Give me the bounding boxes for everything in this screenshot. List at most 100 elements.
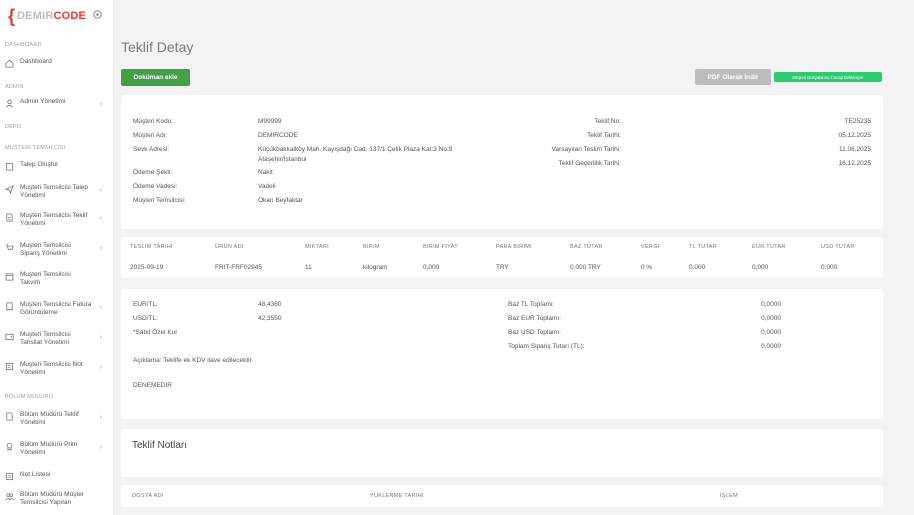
- list-icon: [5, 472, 14, 481]
- home-icon: [5, 59, 14, 68]
- send-icon: [5, 185, 14, 194]
- sidebar-item-mt-teklif[interactable]: Muşteri Temsilcisi Teklif Yönetimi ›: [5, 212, 109, 228]
- offer-notes-card: Teklif Notları: [121, 429, 883, 477]
- award-icon: [6, 442, 13, 451]
- shipping-address-line2: Ataşehir/İstanbul: [258, 156, 307, 163]
- section-admin: ADMIN: [5, 84, 24, 90]
- offer-no-label: Teklif No:: [594, 118, 621, 125]
- sidebar-item-talep-olustur[interactable]: Talep Oluştur: [5, 161, 109, 171]
- column-header-upload-date: YÜKLENME TARIHI: [370, 493, 424, 499]
- note-text: DENEMEDIR: [133, 382, 173, 389]
- chevron-right-icon: ›: [99, 334, 102, 341]
- column-header-delivery-date: TESLIM TARIHI: [130, 244, 173, 250]
- sidebar-item-dashboard[interactable]: Dashboard: [5, 58, 109, 68]
- offer-date-label: Teklif Tarihi:: [587, 132, 621, 139]
- logo-brace: {: [8, 6, 16, 26]
- total-order-value: 0,0000: [761, 343, 781, 350]
- page-title: Teklif Detay: [121, 39, 194, 55]
- chevron-right-icon: ›: [99, 444, 102, 451]
- column-header-currency: PARA BIRIMI: [496, 244, 532, 250]
- sidebar: { DEMIRCODE DASHBOARD Dashboard ADMIN Ad…: [0, 0, 114, 515]
- customer-code-label: Müşteri Kodu:: [133, 118, 174, 125]
- column-header-quantity: MIKTARI: [305, 244, 329, 250]
- base-tl-label: Baz TL Toplamı:: [508, 301, 555, 308]
- column-header-unit-price: BIRIM FIYAT: [423, 244, 458, 250]
- section-bolum: BÖLÜM MÜDÜRÜ: [5, 394, 53, 400]
- cell-delivery-date: 2025-09-19: [130, 264, 164, 271]
- users-icon: [5, 493, 14, 501]
- delivery-date-value: 11.06.2025: [838, 146, 871, 153]
- column-header-product-name: ÜRÜN ADI: [215, 244, 244, 250]
- chevron-right-icon: ›: [99, 187, 102, 194]
- chevron-right-icon: ›: [99, 245, 102, 252]
- sidebar-item-not-listesi[interactable]: Not Listesi: [5, 471, 109, 481]
- totals-card: EUR/TL: 48,4360 USD/TL: 42,3550 *Sabit Ö…: [121, 289, 883, 419]
- sidebar-item-mt-takvim[interactable]: Muşteri Temsilcisi Takvim: [5, 271, 109, 287]
- files-table: DOSYA ADI YÜKLENME TARIHI İŞLEM: [121, 485, 883, 507]
- base-eur-label: Baz EUR Toplamı:: [508, 315, 561, 322]
- base-eur-value: 0,0000: [761, 315, 781, 322]
- document-icon: [6, 213, 13, 222]
- cell-quantity: 11: [305, 264, 312, 271]
- sidebar-item-mt-not[interactable]: Muşteri Temsilcisi Not Yönetimi ›: [5, 361, 109, 377]
- column-header-file-name: DOSYA ADI: [132, 493, 164, 499]
- cart-icon: [5, 244, 14, 250]
- offer-info-card: Müşteri Kodu: M99999 Müşteri Adı: DEMIRC…: [121, 95, 883, 229]
- sidebar-item-mt-tahsilat[interactable]: Muşteri Temsilcisi Tahsilat Yönetimi ›: [5, 331, 109, 347]
- sidebar-item-bm-prim[interactable]: Bölüm Müdürü Prim Yönetimi ›: [5, 441, 109, 457]
- delivery-date-label: Varsayılan Teslim Tarihi:: [551, 146, 621, 153]
- items-table: TESLIM TARIHI ÜRÜN ADI MIKTARI BIRIM BIRIM F…: [121, 237, 883, 278]
- sidebar-item-mt-talep[interactable]: Muşteri Temsilcisi Talep Yönetimi ›: [5, 184, 109, 200]
- sidebar-item-admin[interactable]: Admin Yönetimi ›: [5, 98, 109, 108]
- sidebar-item-bm-teklif[interactable]: Bölüm Müdürü Teklif Yönetimi ›: [5, 411, 109, 427]
- sidebar-item-mt-fatura[interactable]: Muşteri Temsilcisi Fatura Görüntüleme ›: [5, 301, 109, 317]
- logo-text: DEMIRCODE: [17, 10, 87, 22]
- note-icon: [5, 362, 14, 371]
- logo[interactable]: { DEMIRCODE: [8, 6, 86, 26]
- payment-type-value: Nakit: [258, 169, 273, 176]
- pdf-download-button[interactable]: PDF Olarak İndir: [695, 69, 771, 85]
- sidebar-item-mt-siparis[interactable]: Muşteri Temsilcisi Sipariş Yönetimi ›: [5, 242, 109, 258]
- cell-usd-amount: 0,000: [821, 264, 838, 271]
- clipboard-icon: [5, 162, 14, 171]
- column-header-eur-amount: EUR TUTAR: [752, 244, 786, 250]
- description-text: Açıklama: Teklife ek KDV ilave edilecekt…: [133, 357, 254, 364]
- awaiting-response-button[interactable]: Müşteri Dosyalarına Cevap Bekleniyor: [774, 72, 882, 82]
- offer-date-value: 05.12.2025: [838, 132, 871, 139]
- calendar-icon: [5, 273, 14, 281]
- shipping-address-label: Sevk Adresi:: [133, 146, 170, 153]
- usd-rate-label: USD/TL:: [133, 315, 158, 322]
- validity-date-value: 16.12.2025: [838, 160, 871, 167]
- customer-code-value: M99999: [258, 118, 282, 125]
- cell-product-name: FRIT-FRF02945: [215, 264, 262, 271]
- document-icon: [6, 412, 13, 421]
- cell-eur-amount: 0,000: [752, 264, 769, 271]
- payment-term-label: Ödeme Vadesi:: [133, 183, 178, 190]
- payment-term-value: Vadeli: [258, 183, 276, 190]
- cell-base-amount: 0,000 TRY: [570, 264, 601, 271]
- offer-notes-title: Teklif Notları: [132, 440, 188, 451]
- base-tl-value: 0,0000: [761, 301, 781, 308]
- payment-type-label: Ödeme Şekli:: [133, 169, 173, 176]
- chevron-right-icon: ›: [99, 304, 102, 311]
- eur-rate-value: 48,4360: [258, 301, 282, 308]
- column-header-tax: VERGI: [641, 244, 660, 250]
- section-dashboard: DASHBOARD: [5, 42, 42, 48]
- sidebar-item-bm-musteri[interactable]: Bölüm Müdürü Müşter Temsilcisi Yapılan: [5, 491, 109, 507]
- column-header-tl-amount: TL TUTAR: [689, 244, 717, 250]
- customer-name-value: DEMIRCODE: [258, 132, 298, 139]
- cell-tax: 0 %: [641, 264, 653, 271]
- total-order-label: Toplam Sipariş Tutarı (TL):: [508, 343, 585, 350]
- settings-icon[interactable]: [92, 9, 103, 20]
- add-document-button[interactable]: Doküman ekle: [121, 69, 190, 86]
- representative-value: Okan Beyfaktar: [258, 197, 303, 204]
- column-header-unit: BIRIM: [363, 244, 380, 250]
- chevron-right-icon: ›: [99, 414, 102, 421]
- user-icon: [5, 99, 14, 108]
- cell-tl-amount: 0,000: [689, 264, 706, 271]
- eur-rate-label: EUR/TL:: [133, 301, 158, 308]
- cell-unit: kilogram: [363, 264, 388, 271]
- base-usd-value: 0,0000: [761, 329, 781, 336]
- chevron-right-icon: ›: [99, 101, 102, 108]
- chevron-right-icon: ›: [99, 215, 102, 222]
